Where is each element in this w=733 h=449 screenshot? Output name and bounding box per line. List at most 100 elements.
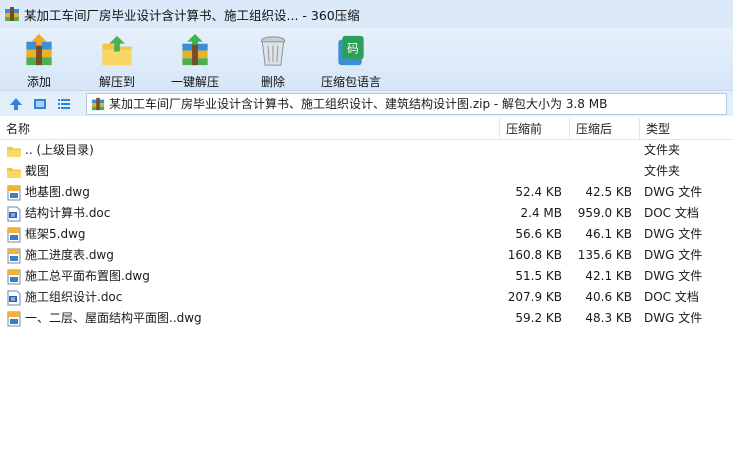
svg-text:码: 码 <box>347 41 359 55</box>
file-list-header: 名称 压缩前 压缩后 类型 <box>0 118 733 140</box>
file-type: DWG 文件 <box>644 269 703 283</box>
file-compressed-size: 46.1 KB <box>585 227 632 241</box>
doc-file-icon: W <box>7 290 21 305</box>
file-type: DWG 文件 <box>644 227 703 241</box>
file-name-cell: 一、二层、屋面结构平面图..dwg <box>6 308 202 329</box>
svg-text:W: W <box>11 297 16 303</box>
add-button[interactable]: 添加 <box>4 28 74 90</box>
dwg-file-icon <box>7 185 21 200</box>
address-bar: 某加工车间厂房毕业设计含计算书、施工组织设计、建筑结构设计图.zip - 解包大… <box>0 90 733 116</box>
file-type: DWG 文件 <box>644 311 703 325</box>
file-type: DOC 文档 <box>644 290 699 304</box>
file-list: .. (上级目录) 文件夹 截图 文件夹 地基图.dwg 52.4 KB 42.… <box>0 140 733 329</box>
icon-view-icon <box>34 98 46 109</box>
file-type: DOC 文档 <box>644 206 699 220</box>
file-name-cell: 框架5.dwg <box>6 224 86 245</box>
list-item[interactable]: W 施工组织设计.doc 207.9 KB 40.6 KB DOC 文档 <box>0 287 733 308</box>
dwg-file-icon <box>7 311 21 326</box>
file-size: 207.9 KB <box>507 290 562 304</box>
file-name-cell: 施工总平面布置图.dwg <box>6 266 150 287</box>
file-compressed-size: 42.5 KB <box>585 185 632 199</box>
list-item[interactable]: 框架5.dwg 56.6 KB 46.1 KB DWG 文件 <box>0 224 733 245</box>
column-header-size[interactable]: 压缩前 <box>500 118 570 140</box>
file-size <box>500 161 562 182</box>
list-item[interactable]: 施工总平面布置图.dwg 51.5 KB 42.1 KB DWG 文件 <box>0 266 733 287</box>
file-name: 施工进度表.dwg <box>25 248 114 262</box>
extract-to-button[interactable]: 解压到 <box>82 28 152 90</box>
add-label: 添加 <box>26 75 51 89</box>
archive-app-icon <box>5 7 19 21</box>
file-name-cell: W 施工组织设计.doc <box>6 287 122 308</box>
file-type: DWG 文件 <box>644 248 703 262</box>
list-item[interactable]: 施工进度表.dwg 160.8 KB 135.6 KB DWG 文件 <box>0 245 733 266</box>
file-size <box>500 140 562 161</box>
file-type: DWG 文件 <box>644 185 703 199</box>
list-view-button[interactable] <box>54 94 74 114</box>
extract-folder-icon <box>102 35 132 66</box>
list-view-icon <box>58 98 70 109</box>
list-item[interactable]: 截图 文件夹 <box>0 161 733 182</box>
window-title: 某加工车间厂房毕业设计含计算书、施工组织设... - 360压缩 <box>24 7 360 23</box>
file-size: 51.5 KB <box>515 269 562 283</box>
file-type: 文件夹 <box>644 164 681 178</box>
address-path-field[interactable]: 某加工车间厂房毕业设计含计算书、施工组织设计、建筑结构设计图.zip - 解包大… <box>86 92 727 115</box>
zip-archive-icon <box>91 97 105 110</box>
archive-language-label: 压缩包语言 <box>320 75 381 89</box>
delete-button[interactable]: 删除 <box>238 28 308 90</box>
file-name: 施工总平面布置图.dwg <box>25 269 150 283</box>
dwg-file-icon <box>7 248 21 263</box>
file-size: 59.2 KB <box>515 311 562 325</box>
column-header-name[interactable]: 名称 <box>0 118 500 140</box>
add-archive-icon <box>26 33 52 66</box>
file-compressed-size: 135.6 KB <box>577 248 632 262</box>
file-name: 截图 <box>25 164 50 178</box>
file-compressed-size <box>570 161 632 182</box>
trash-icon <box>260 36 286 66</box>
file-size: 52.4 KB <box>515 185 562 199</box>
file-name-cell: 截图 <box>6 161 49 182</box>
one-click-extract-icon <box>182 33 208 66</box>
toolbar: 添加 解压到 一键解压 删除 码 压缩包语言 <box>0 28 733 90</box>
file-name-cell: 地基图.dwg <box>6 182 90 203</box>
column-header-compressed[interactable]: 压缩后 <box>570 118 640 140</box>
archive-language-button[interactable]: 码 压缩包语言 <box>316 28 386 90</box>
file-compressed-size: 48.3 KB <box>585 311 632 325</box>
file-name: .. (上级目录) <box>25 143 94 157</box>
file-name: 框架5.dwg <box>25 227 86 241</box>
file-name-cell: W 结构计算书.doc <box>6 203 110 224</box>
file-name: 结构计算书.doc <box>25 206 111 220</box>
file-name: 地基图.dwg <box>25 185 90 199</box>
one-click-extract-button[interactable]: 一键解压 <box>160 28 230 90</box>
list-item[interactable]: 一、二层、屋面结构平面图..dwg 59.2 KB 48.3 KB DWG 文件 <box>0 308 733 329</box>
file-type: 文件夹 <box>644 143 681 157</box>
file-name: 一、二层、屋面结构平面图..dwg <box>25 311 202 325</box>
file-name-cell: 施工进度表.dwg <box>6 245 114 266</box>
folder-icon <box>7 146 21 157</box>
doc-file-icon: W <box>7 206 21 221</box>
extract-to-label: 解压到 <box>98 75 135 89</box>
file-size: 160.8 KB <box>507 248 562 262</box>
svg-text:W: W <box>11 213 16 219</box>
up-arrow-icon <box>10 97 22 110</box>
file-name-cell: .. (上级目录) <box>6 140 94 161</box>
large-icon-view-button[interactable] <box>30 94 50 114</box>
title-bar: 某加工车间厂房毕业设计含计算书、施工组织设... - 360压缩 <box>0 0 733 28</box>
list-item[interactable]: 地基图.dwg 52.4 KB 42.5 KB DWG 文件 <box>0 182 733 203</box>
dwg-file-icon <box>7 227 21 242</box>
language-icon: 码 <box>338 35 364 66</box>
file-compressed-size: 40.6 KB <box>585 290 632 304</box>
one-click-extract-label: 一键解压 <box>170 75 219 89</box>
column-header-type[interactable]: 类型 <box>640 118 733 140</box>
dwg-file-icon <box>7 269 21 284</box>
file-size: 56.6 KB <box>515 227 562 241</box>
file-compressed-size <box>570 140 632 161</box>
file-compressed-size: 959.0 KB <box>577 206 632 220</box>
folder-icon <box>7 167 21 178</box>
file-name: 施工组织设计.doc <box>25 290 123 304</box>
file-size: 2.4 MB <box>520 206 562 220</box>
file-compressed-size: 42.1 KB <box>585 269 632 283</box>
up-level-button[interactable] <box>6 94 26 114</box>
list-item[interactable]: .. (上级目录) 文件夹 <box>0 140 733 161</box>
list-item[interactable]: W 结构计算书.doc 2.4 MB 959.0 KB DOC 文档 <box>0 203 733 224</box>
address-path-text: 某加工车间厂房毕业设计含计算书、施工组织设计、建筑结构设计图.zip - 解包大… <box>109 97 608 111</box>
